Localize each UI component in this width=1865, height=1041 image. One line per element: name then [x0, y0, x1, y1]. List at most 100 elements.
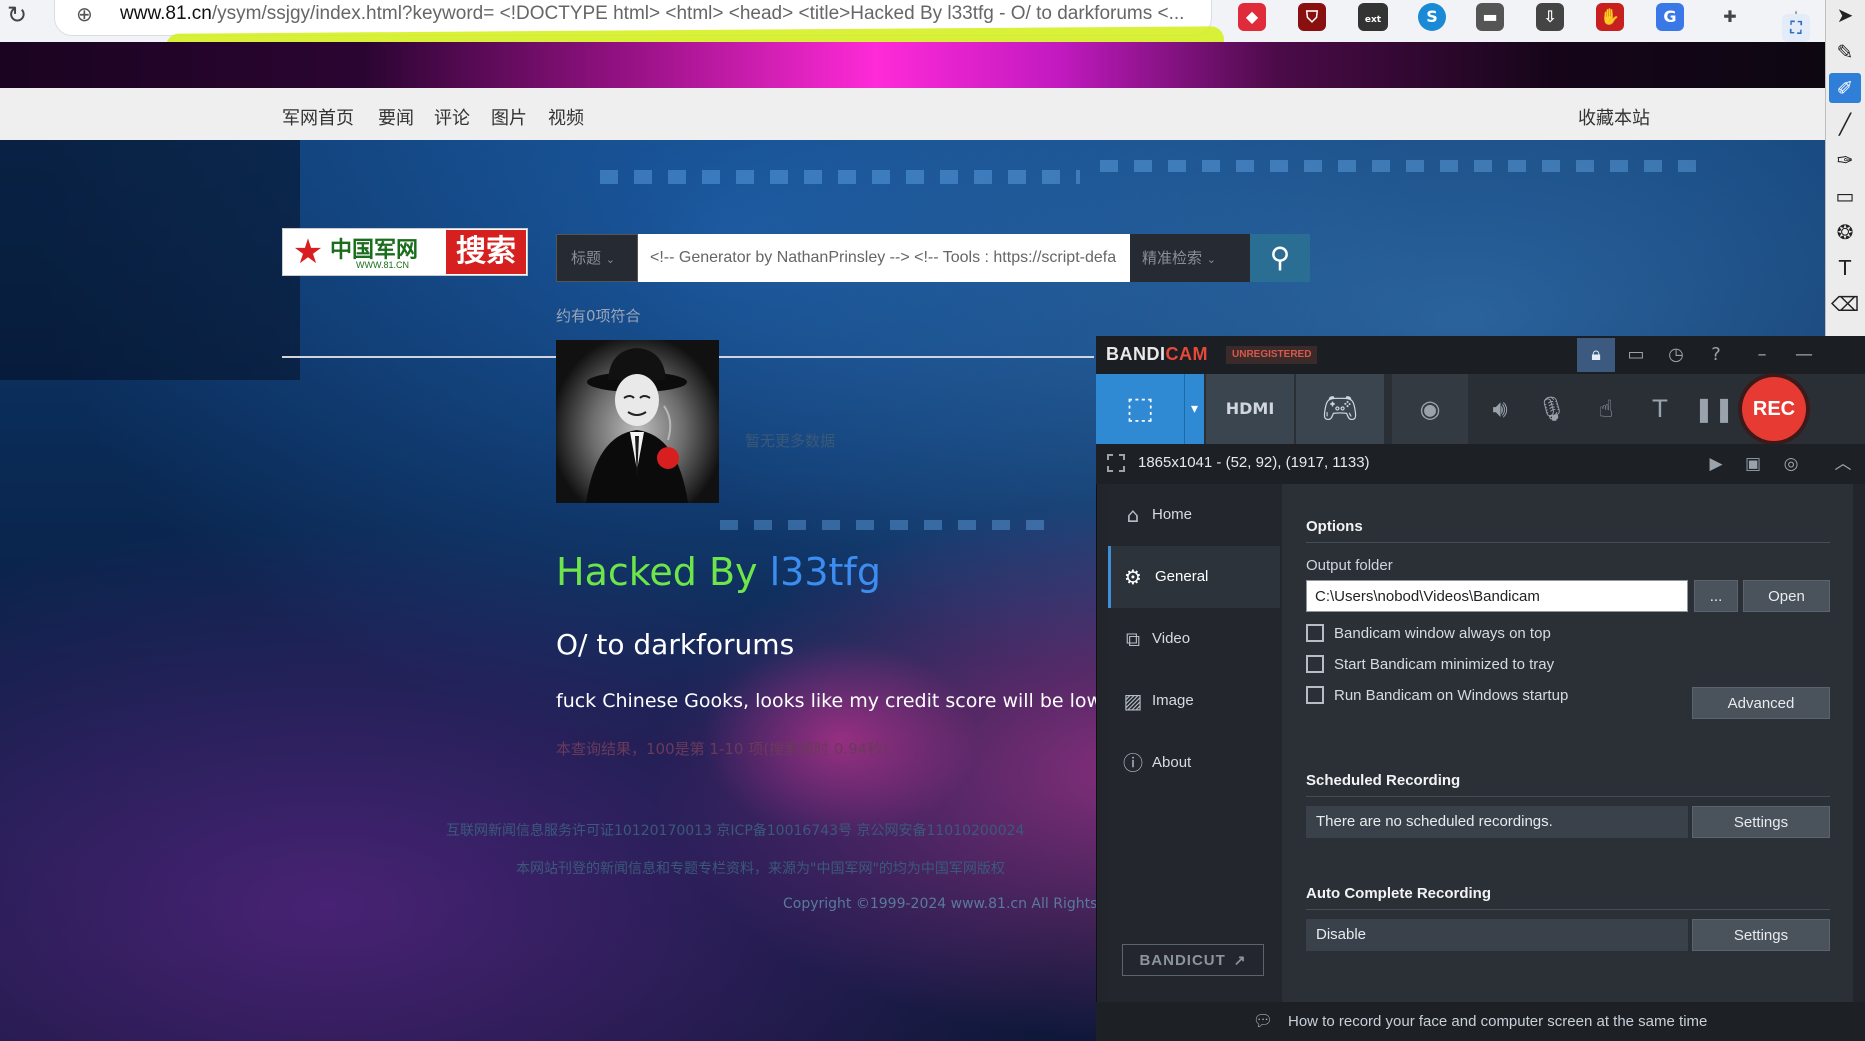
eraser-icon[interactable]: ⌫: [1829, 289, 1861, 319]
nav-favorite[interactable]: 收藏本站: [1578, 104, 1650, 130]
lock-icon[interactable]: 🔒︎: [1577, 338, 1615, 372]
ext-badge-icon[interactable]: ext: [1358, 3, 1388, 31]
ext-blue-icon[interactable]: S: [1418, 3, 1446, 31]
gamepad-icon: 🎮︎: [1320, 391, 1360, 426]
field-select[interactable]: 标题 ⌄: [556, 234, 638, 282]
run-on-startup-label: Run Bandicam on Windows startup: [1334, 687, 1569, 704]
copyright-text: Copyright ©1999-2024 www.81.cn All Right…: [783, 896, 1096, 912]
options-title: Options: [1306, 518, 1363, 535]
collapse-icon[interactable]: ︿: [1828, 450, 1858, 478]
search-input[interactable]: [638, 234, 1130, 282]
start-minimized-checkbox[interactable]: [1306, 655, 1324, 673]
sidebar-item-label: About: [1152, 754, 1192, 771]
nav-news[interactable]: 要闻: [378, 104, 414, 130]
text-overlay-button[interactable]: T: [1634, 374, 1686, 444]
speaker-icon: 🔊︎: [1492, 395, 1508, 423]
open-folder-button[interactable]: Open: [1743, 580, 1830, 612]
logo-star-icon: ★: [292, 232, 324, 272]
sidebar-item-label: Home: [1152, 506, 1193, 523]
ublock-icon[interactable]: ⛉: [1298, 3, 1326, 31]
search-button[interactable]: ⚲: [1250, 234, 1310, 282]
hack-title-part2: l33tfg: [769, 550, 881, 594]
minimize-icon[interactable]: –: [1743, 338, 1781, 372]
region-select-icon[interactable]: [1107, 454, 1125, 472]
clock-icon[interactable]: ◷: [1657, 338, 1695, 372]
text-icon[interactable]: T: [1829, 253, 1861, 283]
info-icon: ⓘ: [1123, 751, 1143, 775]
unregistered-badge[interactable]: UNREGISTERED: [1226, 346, 1318, 364]
ext-mask-icon[interactable]: ▬: [1476, 3, 1504, 31]
game-mode-button[interactable]: 🎮︎: [1296, 374, 1384, 444]
screenshot-icon[interactable]: ⛶: [1782, 14, 1810, 42]
microphone-icon: 🎙︎: [1536, 395, 1568, 423]
nav-home[interactable]: 军网首页: [282, 104, 354, 130]
cursor-icon[interactable]: ➤: [1829, 0, 1861, 30]
hdmi-icon: HDMI: [1225, 399, 1275, 418]
stamp-icon[interactable]: ❂: [1829, 217, 1861, 247]
scheduled-recording-value: There are no scheduled recordings.: [1306, 806, 1688, 838]
bandicam-brand-a: BANDI: [1106, 344, 1166, 364]
pause-button[interactable]: ❚❚: [1688, 374, 1740, 444]
url-host: www.81.cn: [120, 3, 212, 24]
nav-comment[interactable]: 评论: [434, 104, 470, 130]
cursor-effect-icon: ☝: [1598, 395, 1614, 423]
puzzle-icon[interactable]: ✚: [1716, 3, 1744, 31]
output-folder-input[interactable]: [1306, 580, 1688, 612]
run-on-startup-checkbox[interactable]: [1306, 686, 1324, 704]
hacker-image: [556, 340, 719, 503]
chevron-down-icon: ⌄: [605, 253, 616, 266]
ext-thumb-icon[interactable]: ✋: [1596, 3, 1624, 31]
video-record-icon[interactable]: ▶: [1701, 450, 1731, 478]
highlighter-icon[interactable]: ✐: [1829, 73, 1861, 103]
bandicam-brand-b: CAM: [1165, 344, 1208, 364]
minimize-tray-icon[interactable]: —: [1785, 338, 1823, 372]
hacker-figure-icon: [586, 348, 688, 503]
help-icon[interactable]: ?: [1697, 338, 1735, 372]
line-icon[interactable]: ╱: [1829, 109, 1861, 139]
bandicut-button[interactable]: BANDICUT ↗: [1122, 944, 1264, 976]
screen-mode-button[interactable]: ⬚: [1096, 374, 1184, 444]
rectangle-icon[interactable]: ▭: [1829, 181, 1861, 211]
home-icon: ⌂: [1126, 503, 1140, 527]
reload-icon[interactable]: ↻: [4, 2, 30, 28]
nav-video[interactable]: 视频: [548, 104, 584, 130]
globe-icon[interactable]: ⊕: [76, 2, 102, 28]
brush-icon[interactable]: ✑: [1829, 145, 1861, 175]
browse-button[interactable]: ...: [1694, 580, 1738, 612]
start-minimized-label: Start Bandicam minimized to tray: [1334, 656, 1555, 673]
bg-window-lights: [1100, 160, 1700, 172]
mode-select[interactable]: 精准检索 ⌄: [1130, 234, 1250, 282]
cursor-effect-button[interactable]: ☝: [1580, 374, 1632, 444]
always-on-top-checkbox[interactable]: [1306, 624, 1324, 642]
result-count: 约有0项符合: [556, 307, 641, 325]
auto-complete-settings-button[interactable]: Settings: [1692, 919, 1830, 951]
scheduled-settings-button[interactable]: Settings: [1692, 806, 1830, 838]
folder-icon[interactable]: ▭: [1617, 338, 1655, 372]
ext-translate-icon[interactable]: G: [1656, 3, 1684, 31]
rec-button[interactable]: REC: [1742, 377, 1806, 441]
ext-red-icon[interactable]: ◆: [1238, 3, 1266, 31]
tip-link[interactable]: How to record your face and computer scr…: [1288, 1013, 1707, 1030]
speaker-button[interactable]: 🔊︎: [1474, 374, 1526, 444]
bandicam-logo: BANDICAM: [1106, 344, 1208, 365]
webcam-button[interactable]: ◉: [1392, 374, 1468, 444]
advanced-button[interactable]: Advanced: [1692, 687, 1830, 719]
microphone-button[interactable]: 🎙︎: [1526, 374, 1578, 444]
pen-icon[interactable]: ✎: [1829, 37, 1861, 67]
bg-window-lights: [720, 520, 1060, 530]
site-navbar: [0, 88, 1825, 140]
section-divider: [1306, 542, 1830, 543]
image-capture-icon[interactable]: ▣: [1738, 450, 1768, 478]
url-text[interactable]: www.81.cn/ysym/ssjgy/index.html?keyword=…: [120, 3, 1190, 27]
broadcast-icon[interactable]: ◎: [1776, 450, 1806, 478]
auto-complete-title: Auto Complete Recording: [1306, 885, 1492, 902]
nav-pictures[interactable]: 图片: [491, 104, 527, 130]
webcam-off-icon: ◉: [1419, 395, 1441, 423]
logo-search-label: 搜索: [446, 230, 526, 274]
license-text: 互联网新闻信息服务许可证10120170013 京ICP备10016743号 京…: [446, 823, 1025, 839]
section-divider: [1306, 909, 1830, 910]
ext-download-icon[interactable]: ⇩: [1536, 3, 1564, 31]
screen-mode-dropdown[interactable]: ▾: [1184, 374, 1204, 444]
mode-select-label: 精准检索: [1142, 249, 1203, 267]
hdmi-mode-button[interactable]: HDMI: [1206, 374, 1294, 444]
